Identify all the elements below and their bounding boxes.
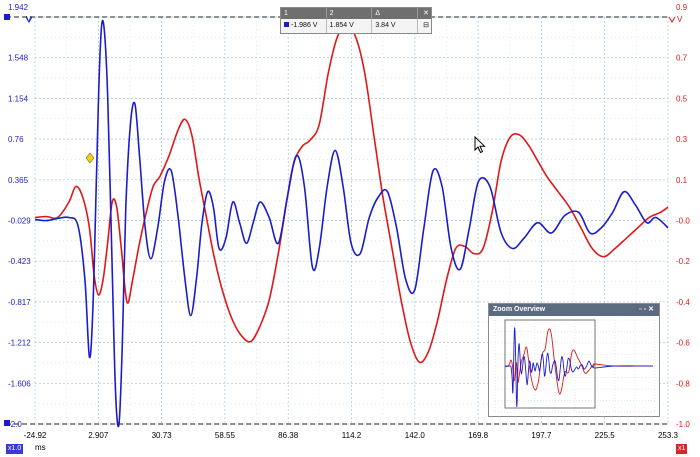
ruler-panel[interactable]: 1 2 Δ ✕ -1.986 V 1.854 V 3.84 V ⊟ — [280, 7, 432, 34]
x-tick-label: 253.3 — [658, 431, 679, 440]
mouse-cursor-icon — [474, 136, 486, 154]
ruler-panel-values: -1.986 V 1.854 V 3.84 V ⊟ — [281, 19, 431, 33]
x-tick-label: 225.5 — [595, 431, 616, 440]
x-scale-badge[interactable]: x1.0 — [6, 444, 24, 454]
y-left-tick-label: -0.029 — [8, 217, 31, 226]
y-left-tick-label: 1.942 — [8, 3, 29, 12]
y-right-tick-label: 0.3 — [676, 135, 688, 144]
x-tick-label: -24.92 — [24, 431, 47, 440]
y-left-tick-label: 1.154 — [8, 94, 29, 103]
ruler-handle-top[interactable] — [4, 14, 10, 20]
y-left-tick-label: -0.817 — [8, 298, 31, 307]
ruler-handle-bottom[interactable] — [4, 420, 10, 426]
y-right-tick-label: 0.7 — [676, 54, 688, 63]
y-left-tick-label: -1.212 — [8, 339, 31, 348]
x-tick-label: 142.0 — [405, 431, 426, 440]
y-left-tick-label: -1.606 — [8, 379, 31, 388]
y-right-unit: V — [677, 15, 683, 24]
zoom-window-rect[interactable] — [504, 319, 596, 409]
window-buttons-icon[interactable]: ▫▫✕ — [639, 304, 659, 316]
x-tick-label: 2.907 — [88, 431, 109, 440]
zoom-overview-title: Zoom Overview — [493, 306, 546, 313]
ruler-col-delta-label: Δ — [372, 8, 419, 19]
ruler-col-1-label: 1 — [281, 8, 327, 19]
y-right-tick-label: 0.9 — [676, 3, 688, 12]
y-right-tick-label: -0.6 — [676, 339, 690, 348]
zoom-overview-chart[interactable] — [489, 316, 659, 416]
x-tick-label: 197.7 — [531, 431, 552, 440]
x-tick-label: 114.2 — [342, 431, 362, 440]
close-icon[interactable]: ✕ — [418, 8, 431, 19]
zoom-trace-a — [504, 327, 654, 407]
y-right-tick-label: 0.1 — [676, 176, 688, 185]
y-right-tick-label: -0.8 — [676, 379, 690, 388]
y-right-tick-label: -0.0 — [676, 217, 690, 226]
x-tick-label: 169.8 — [468, 431, 489, 440]
x-tick-label: 86.38 — [278, 431, 299, 440]
square-marker-icon — [284, 22, 289, 27]
y-left-tick-label: 0.365 — [8, 176, 29, 185]
y-left-tick-label: 1.548 — [8, 54, 29, 63]
y-left-tick-label: 0.76 — [8, 135, 24, 144]
x-axis-unit: ms — [35, 443, 46, 452]
zoom-overview-panel[interactable]: Zoom Overview ▫▫✕ — [488, 303, 660, 417]
x-tick-label: 58.55 — [215, 431, 236, 440]
ruler-value-2: 1.854 V — [327, 19, 373, 33]
lock-icon[interactable]: ⊟ — [418, 19, 431, 33]
y-right-tick-label: -1.0 — [676, 420, 690, 429]
ruler-value-delta: 3.84 V — [372, 19, 419, 33]
x-tick-label: 30.73 — [152, 431, 173, 440]
y-right-tick-label: 0.5 — [676, 94, 688, 103]
y-right-tick-label: -0.4 — [676, 298, 690, 307]
ruler-value-1: -1.986 V — [281, 19, 327, 33]
ruler-panel-header: 1 2 Δ ✕ — [281, 8, 431, 19]
y-right-tick-label: -0.2 — [676, 257, 690, 266]
ruler-col-2-label: 2 — [327, 8, 373, 19]
y-scale-badge[interactable]: x1 — [676, 444, 688, 454]
zoom-overview-header: Zoom Overview ▫▫✕ — [489, 304, 659, 316]
y-left-tick-label: -0.423 — [8, 257, 31, 266]
